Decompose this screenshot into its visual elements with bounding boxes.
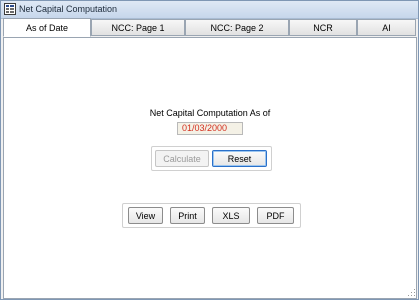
- tab-as-of-date[interactable]: As of Date: [3, 18, 91, 37]
- tab-ncc-page-2[interactable]: NCC: Page 2: [185, 19, 289, 36]
- output-button-group: View Print XLS PDF: [122, 203, 301, 228]
- as-of-date-panel: Net Capital Computation As of Calculate …: [3, 37, 417, 299]
- reset-button[interactable]: Reset: [212, 150, 267, 167]
- print-button[interactable]: Print: [170, 207, 205, 224]
- tab-strip: As of Date NCC: Page 1 NCC: Page 2 NCR A…: [1, 18, 418, 38]
- title-bar[interactable]: Net Capital Computation: [1, 1, 418, 19]
- app-window: Net Capital Computation As of Date NCC: …: [0, 0, 419, 300]
- tab-ai[interactable]: AI: [357, 19, 416, 36]
- xls-button[interactable]: XLS: [212, 207, 250, 224]
- calculate-button[interactable]: Calculate: [155, 150, 209, 167]
- tab-label: NCC: Page 1: [111, 23, 165, 33]
- app-grid-icon: [4, 3, 16, 15]
- tab-label: As of Date: [25, 23, 69, 33]
- pdf-button[interactable]: PDF: [257, 207, 294, 224]
- tab-ncr[interactable]: NCR: [289, 19, 357, 36]
- tab-label: AI: [382, 23, 391, 33]
- resize-grip-icon[interactable]: [407, 288, 416, 297]
- action-button-group: Calculate Reset: [151, 146, 272, 171]
- tab-ncc-page-1[interactable]: NCC: Page 1: [91, 19, 185, 36]
- tab-label: NCR: [313, 23, 333, 33]
- view-button[interactable]: View: [128, 207, 163, 224]
- window-title: Net Capital Computation: [19, 4, 118, 14]
- computation-heading: Net Capital Computation As of: [149, 108, 271, 118]
- tab-label: NCC: Page 2: [210, 23, 264, 33]
- as-of-date-input[interactable]: [177, 122, 243, 135]
